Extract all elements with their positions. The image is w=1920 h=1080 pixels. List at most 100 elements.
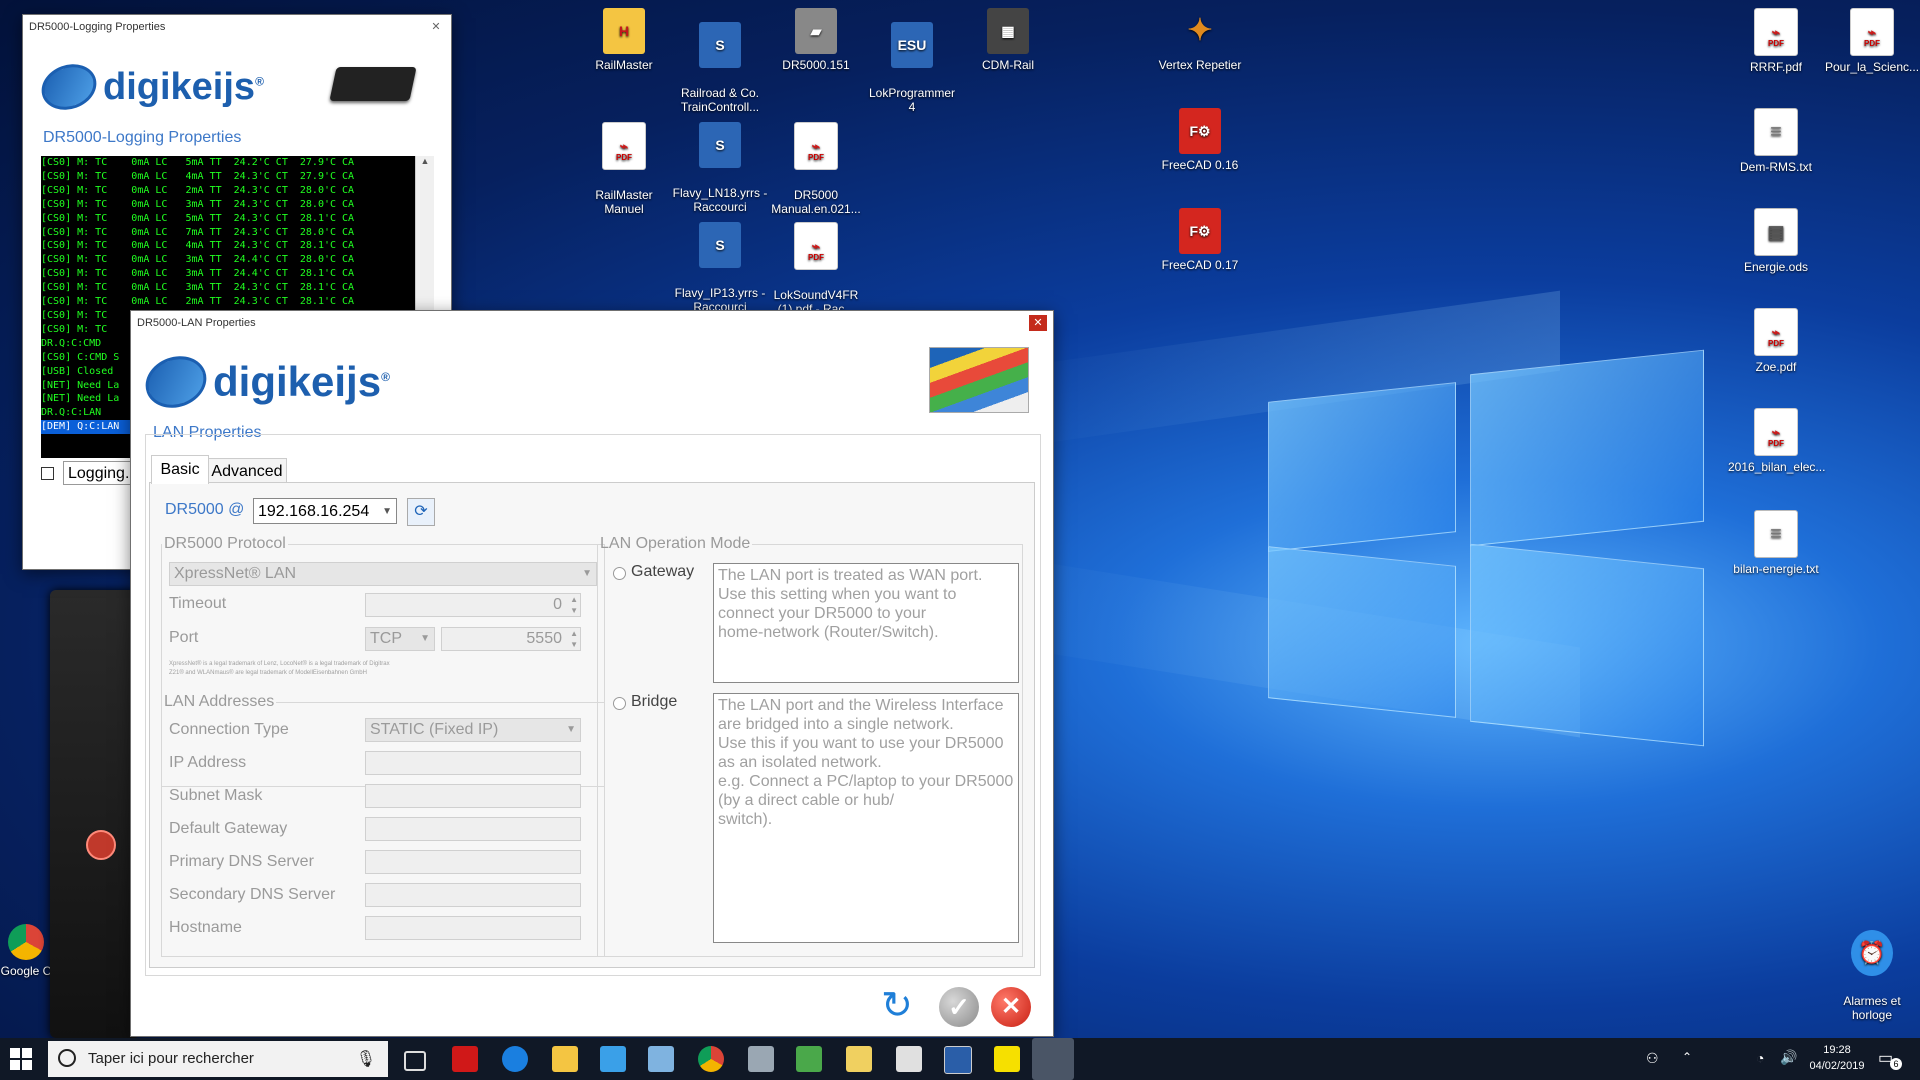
cancel-button[interactable]: ✕ [991, 987, 1031, 1027]
acrobat-icon[interactable] [452, 1046, 478, 1072]
log-line: [CS0] M: TC 0mA LC 5mA TT 24.3'C CT 28.1… [41, 212, 355, 224]
background-device-window [50, 590, 140, 1038]
desktop-icon-cdm-rail[interactable]: ▦ CDM-Rail [960, 8, 1056, 72]
calculator-icon[interactable] [896, 1046, 922, 1072]
secondary-dns-label: Secondary DNS Server [169, 886, 336, 903]
log-line: [CS0] M: TC 0mA LC 3mA TT 24.4'C CT 28.0… [41, 254, 355, 266]
desktop-icon-bilan-elec-pdf[interactable]: ⌁ 2016_bilan_elec... [1728, 408, 1825, 474]
desktop-icon-freecad-017[interactable]: F⚙ FreeCAD 0.17 [1152, 208, 1248, 272]
tab-advanced[interactable]: Advanced [207, 458, 287, 484]
dr5000-device-image [329, 67, 417, 101]
vertex-repetier-icon: ✦ [1187, 14, 1213, 47]
app-icon[interactable] [748, 1046, 774, 1072]
desktop-icon-bilan-energie-txt[interactable]: ≡ bilan-energie.txt [1728, 510, 1824, 576]
secondary-dns-field[interactable] [365, 883, 581, 907]
digikeijs-swirl-icon [35, 56, 103, 118]
desktop-icon-lokprogrammer[interactable]: ESU LokProgrammer 4 [864, 8, 960, 114]
search-box[interactable]: Taper ici pour rechercher 🎙 [48, 1041, 388, 1077]
close-icon: ✕ [1000, 993, 1022, 1020]
desktop-icon-vertex-repetier[interactable]: ✦ Vertex Repetier [1152, 8, 1248, 73]
desktop-icon-dr5000[interactable]: ▰ DR5000.151 [768, 8, 864, 72]
dr5000-ip-select[interactable]: 192.168.16.254 ▼ [253, 498, 397, 524]
people-icon[interactable]: ⚇ [1646, 1050, 1659, 1067]
desktop-icon-freecad-016[interactable]: F⚙ FreeCAD 0.16 [1152, 108, 1248, 172]
desktop-icon-traincontroller[interactable]: S Railroad & Co. TrainControll... [672, 8, 768, 114]
hostname-field[interactable] [365, 916, 581, 940]
primary-dns-label: Primary DNS Server [169, 853, 314, 870]
text-file-icon: ≡ [1754, 108, 1798, 156]
windows-logo-icon [10, 1048, 34, 1070]
pdf-icon: ⌁ [1754, 308, 1798, 356]
connection-type-select[interactable]: STATIC (Fixed IP) ▼ [365, 718, 581, 742]
app-icon[interactable] [944, 1046, 972, 1074]
control-panel-icon[interactable] [600, 1046, 626, 1072]
desktop-icon-dem-rms-txt[interactable]: ≡ Dem-RMS.txt [1728, 108, 1824, 174]
edge-icon[interactable] [502, 1046, 528, 1072]
subnet-mask-field[interactable] [365, 784, 581, 808]
redo-arrow-icon: ↻ [881, 985, 913, 1027]
microphone-icon[interactable]: 🎙 [356, 1049, 376, 1069]
timeout-label: Timeout [169, 595, 227, 612]
start-button[interactable] [10, 1048, 34, 1070]
log-line: [CS0] M: TC 0mA LC 2mA TT 24.3'C CT 28.1… [41, 296, 355, 308]
wallpaper-pane [1470, 543, 1704, 747]
protocol-select[interactable]: XpressNet® LAN ▼ [169, 562, 597, 586]
port-type-select[interactable]: TCP ▼ [365, 627, 435, 651]
task-view-icon[interactable] [404, 1051, 426, 1071]
close-icon[interactable]: ✕ [1029, 315, 1047, 331]
notification-button[interactable]: ▭ 6 [1878, 1048, 1902, 1070]
log-line: [CS0] M: TC 0mA LC 4mA TT 24.3'C CT 27.9… [41, 170, 355, 182]
desktop-icon-rrrf-pdf[interactable]: ⌁ RRRF.pdf [1728, 8, 1824, 74]
tab-basic[interactable]: Basic [151, 455, 209, 484]
desktop-icon-railmaster-manuel[interactable]: ⌁ RailMaster Manuel [576, 108, 672, 216]
spreadsheet-icon[interactable] [796, 1046, 822, 1072]
traincontroller-icon: S [699, 122, 741, 168]
chrome-icon[interactable] [698, 1046, 724, 1072]
hostname-label: Hostname [169, 919, 242, 936]
bridge-radio[interactable] [613, 697, 626, 710]
desktop-icon-flavy-ip13[interactable]: S Flavy_IP13.yrrs - Raccourci [672, 208, 768, 314]
notes-icon[interactable] [846, 1046, 872, 1072]
default-gateway-field[interactable] [365, 817, 581, 841]
desktop-icon-zoe-pdf[interactable]: ⌁ Zoe.pdf [1728, 308, 1824, 374]
text-file-icon: ≡ [1754, 510, 1798, 558]
log-line: [CS0] M: TC 0mA LC 3mA TT 24.4'C CT 28.1… [41, 268, 355, 280]
desktop-icon-alarmes-horloge[interactable]: ⏰ Alarmes et horloge [1824, 916, 1920, 1022]
pdf-icon: ⌁ [602, 122, 646, 170]
gateway-label[interactable]: Gateway [631, 563, 694, 581]
brand-text: digikeijs® [103, 65, 264, 108]
volume-icon[interactable]: 🔊 [1780, 1049, 1797, 1066]
spinner-icon[interactable]: ▲ ▼ [570, 594, 578, 616]
clock[interactable]: 19:28 04/02/2019 [1802, 1042, 1872, 1074]
desktop-icon-railmaster[interactable]: H RailMaster [576, 8, 672, 72]
gateway-description: The LAN port is treated as WAN port. Use… [713, 563, 1019, 683]
log-line: [CS0] M: TC 0mA LC 5mA TT 24.2'C CT 27.9… [41, 157, 355, 168]
dr5000-taskbar-icon[interactable] [1032, 1038, 1074, 1080]
ok-button[interactable]: ✓ [939, 987, 979, 1027]
desktop-icon-pour-la-science-pdf[interactable]: ⌁ Pour_la_Scienc... [1824, 8, 1920, 74]
desktop-icon-flavy-ln18[interactable]: S Flavy_LN18.yrrs - Raccourci [672, 108, 768, 214]
desktop-icon-dr5000-manual[interactable]: ⌁ DR5000 Manual.en.021... [768, 108, 864, 216]
refresh-settings-button[interactable]: ↻ [881, 986, 923, 1026]
desktop-icon-energie-ods[interactable]: ▤ Energie.ods [1728, 208, 1824, 274]
ip-address-label: IP Address [169, 754, 247, 771]
network-icon[interactable]: ◔ [1756, 1050, 1764, 1066]
port-field[interactable]: 5550 ▲ ▼ [441, 627, 581, 651]
ip-address-field[interactable] [365, 751, 581, 775]
desktop-icon-loksound-pdf[interactable]: ⌁ LokSoundV4FR (1).pdf - Rac... [768, 208, 864, 316]
chevron-up-icon[interactable]: ⌃ [1682, 1050, 1692, 1064]
chevron-down-icon: ▼ [382, 506, 392, 517]
gateway-radio[interactable] [613, 567, 626, 580]
app-icon[interactable] [648, 1046, 674, 1072]
refresh-button[interactable]: ⟳ [407, 498, 435, 526]
timeout-field[interactable]: 0 ▲ ▼ [365, 593, 581, 617]
bridge-label[interactable]: Bridge [631, 693, 677, 711]
file-explorer-icon[interactable] [552, 1046, 578, 1072]
notification-count: 6 [1890, 1058, 1902, 1070]
scroll-up-icon[interactable]: ▲ [416, 156, 434, 166]
primary-dns-field[interactable] [365, 850, 581, 874]
logging-checkbox[interactable] [41, 467, 54, 480]
close-icon[interactable]: ✕ [427, 19, 445, 35]
sticky-notes-icon[interactable] [994, 1046, 1020, 1072]
spinner-icon[interactable]: ▲ ▼ [570, 628, 578, 650]
